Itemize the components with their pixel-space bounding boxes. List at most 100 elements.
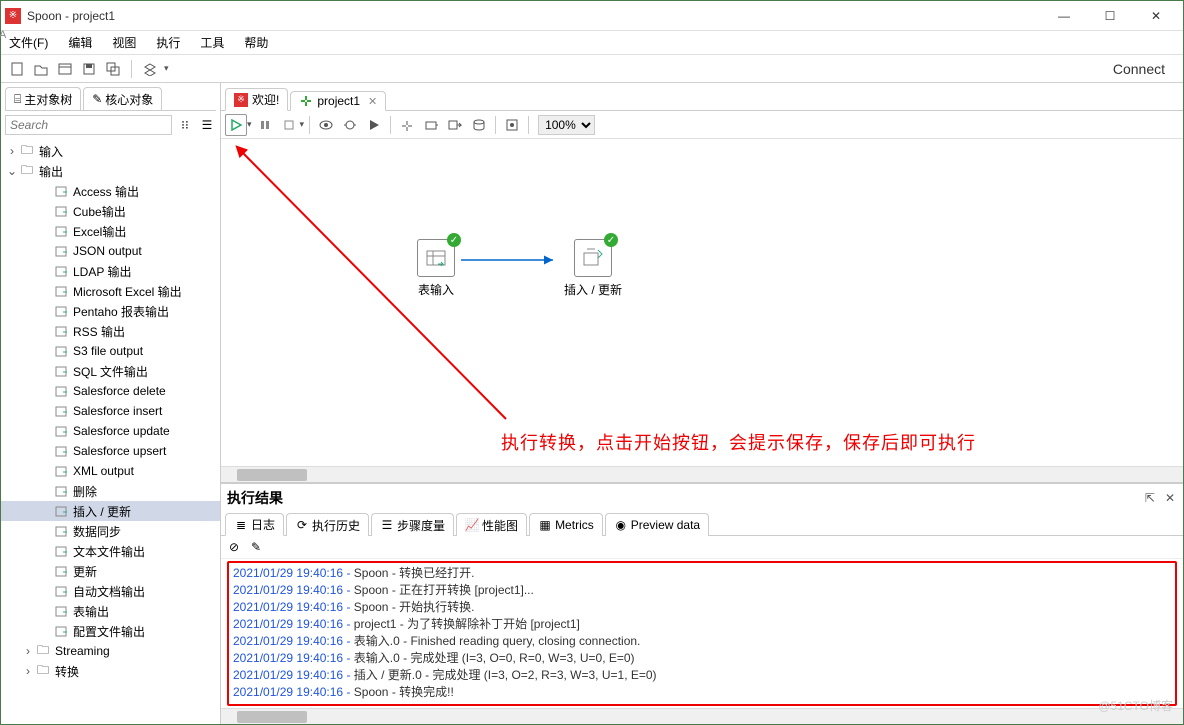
explore-db-button[interactable] xyxy=(468,114,490,136)
close-button[interactable]: ✕ xyxy=(1133,1,1179,31)
detach-button[interactable]: ⇱ xyxy=(1143,491,1157,505)
step-insert-update[interactable]: ✓ 插入 / 更新 xyxy=(553,239,633,298)
tree-step-item[interactable]: LDAP 输出 xyxy=(1,261,220,281)
maximize-button[interactable]: ☐ xyxy=(1087,1,1133,31)
horizontal-scrollbar[interactable] xyxy=(221,466,1183,482)
step-icon xyxy=(53,184,69,198)
tree-step-item[interactable]: 更新 xyxy=(1,561,220,581)
tab-object-tree[interactable]: ⌸主对象树 xyxy=(5,87,81,110)
tree-step-item[interactable]: S3 file output xyxy=(1,341,220,361)
save-as-button[interactable] xyxy=(103,59,123,79)
perspective-button[interactable] xyxy=(140,59,160,79)
tree-streaming-folder[interactable]: ›🗀Streaming xyxy=(1,641,220,661)
tree-step-item[interactable]: Excel输出 xyxy=(1,221,220,241)
search-input[interactable] xyxy=(5,115,172,135)
save-button[interactable] xyxy=(79,59,99,79)
verify-button[interactable] xyxy=(396,114,418,136)
main-toolbar: ▾ Connect xyxy=(1,55,1183,83)
tree-step-item[interactable]: Microsoft Excel 输出 xyxy=(1,281,220,301)
step-icon xyxy=(53,224,69,238)
run-button[interactable] xyxy=(225,114,247,136)
menu-tools[interactable]: 工具 xyxy=(196,32,228,53)
tree-step-item[interactable]: 插入 / 更新 xyxy=(1,501,220,521)
tree-step-item[interactable]: Salesforce insert xyxy=(1,401,220,421)
pause-button[interactable] xyxy=(254,114,276,136)
tab-perf[interactable]: 📈性能图 xyxy=(456,513,527,536)
tab-core-objects[interactable]: ✎核心对象 xyxy=(83,87,162,110)
connect-button[interactable]: Connect xyxy=(1101,61,1177,77)
results-title: 执行结果 xyxy=(227,488,1137,508)
step-icon xyxy=(53,584,69,598)
tree-step-item[interactable]: RSS 输出 xyxy=(1,321,220,341)
log-line: 2021/01/29 19:40:16 - Spoon - 正在打开转换 [pr… xyxy=(233,582,1171,599)
tab-project1[interactable]: project1✕ xyxy=(290,91,386,111)
tree-step-item[interactable]: 数据同步 xyxy=(1,521,220,541)
tree-input-folder[interactable]: ›🗀输入 xyxy=(1,141,220,161)
sidebar: ⌸主对象树 ✎核心对象 ⁝⁝ ☰ ›🗀输入 ⌄🗀输出 Access 输出Cube… xyxy=(1,83,221,724)
tree-step-item[interactable]: JSON output xyxy=(1,241,220,261)
tree-step-item[interactable]: 文本文件输出 xyxy=(1,541,220,561)
tree-step-item[interactable]: 表输出 xyxy=(1,601,220,621)
tree-step-item[interactable]: Salesforce delete xyxy=(1,381,220,401)
zoom-select[interactable]: 100% xyxy=(538,115,595,135)
tab-metrics[interactable]: ▦Metrics xyxy=(529,513,603,536)
tree-step-item[interactable]: Salesforce update xyxy=(1,421,220,441)
stop-button[interactable] xyxy=(278,114,300,136)
object-tree[interactable]: ›🗀输入 ⌄🗀输出 Access 输出Cube输出Excel输出JSON out… xyxy=(1,139,220,724)
menu-view[interactable]: 视图 xyxy=(108,32,140,53)
tree-step-item[interactable]: SQL 文件输出 xyxy=(1,361,220,381)
log-output[interactable]: 2021/01/29 19:40:16 - Spoon - 转换已经打开.202… xyxy=(227,561,1177,706)
close-results-button[interactable]: ✕ xyxy=(1163,491,1177,505)
tree-step-item[interactable]: Salesforce upsert xyxy=(1,441,220,461)
tree-output-folder[interactable]: ⌄🗀输出 xyxy=(1,161,220,181)
editor-toolbar: ▾ ▾ 100% xyxy=(221,111,1183,139)
execution-results: 执行结果 ⇱ ✕ ≣日志 ⟳执行历史 ☰步骤度量 📈性能图 ▦Metrics ◉… xyxy=(221,482,1183,724)
tree-step-item[interactable]: 自动文档输出 xyxy=(1,581,220,601)
tree-transform-folder[interactable]: ›🗀转换 xyxy=(1,661,220,681)
tree-step-item[interactable]: Pentaho 报表输出 xyxy=(1,301,220,321)
dropdown-arrow-icon[interactable]: ▾ xyxy=(247,119,252,130)
open-button[interactable] xyxy=(31,59,51,79)
tree-step-item[interactable]: 配置文件输出 xyxy=(1,621,220,641)
tree-step-item[interactable]: XML output xyxy=(1,461,220,481)
close-tab-icon[interactable]: ✕ xyxy=(368,95,377,108)
menu-edit[interactable]: 编辑 xyxy=(64,32,96,53)
sql-button[interactable] xyxy=(444,114,466,136)
step-icon xyxy=(53,464,69,478)
menu-run[interactable]: 执行 xyxy=(152,32,184,53)
transformation-icon xyxy=(299,94,313,108)
clear-log-button[interactable]: ⊘ xyxy=(225,538,243,556)
tree-step-item[interactable]: 删除 xyxy=(1,481,220,501)
replay-button[interactable] xyxy=(363,114,385,136)
dropdown-arrow-icon[interactable]: ▾ xyxy=(300,119,305,130)
tab-history[interactable]: ⟳执行历史 xyxy=(286,513,369,536)
step-icon xyxy=(53,244,69,258)
step-icon xyxy=(53,544,69,558)
tree-step-item[interactable]: Access 输出 xyxy=(1,181,220,201)
step-icon xyxy=(53,404,69,418)
log-scrollbar[interactable] xyxy=(221,708,1183,724)
minimize-button[interactable]: ― xyxy=(1041,1,1087,31)
tab-welcome[interactable]: ※欢迎! xyxy=(225,88,288,111)
log-settings-button[interactable]: ✎ xyxy=(247,538,265,556)
new-button[interactable] xyxy=(7,59,27,79)
tab-log[interactable]: ≣日志 xyxy=(225,513,284,536)
impact-button[interactable] xyxy=(420,114,442,136)
collapse-all-button[interactable]: ☰ xyxy=(198,116,216,134)
menu-help[interactable]: 帮助 xyxy=(240,32,272,53)
show-results-button[interactable] xyxy=(501,114,523,136)
tab-step-metrics[interactable]: ☰步骤度量 xyxy=(371,513,454,536)
preview-button[interactable] xyxy=(315,114,337,136)
debug-button[interactable] xyxy=(339,114,361,136)
hop-arrow[interactable] xyxy=(459,254,559,274)
menu-file[interactable]: 文件(F) xyxy=(5,32,52,53)
step-icon xyxy=(53,444,69,458)
step-icon xyxy=(53,524,69,538)
step-table-input[interactable]: ✓ 表输入 xyxy=(411,239,461,298)
step-icon xyxy=(53,204,69,218)
canvas[interactable]: 执行转换，点击开始按钮，会提示保存，保存后即可执行 ✓ 表输入 ✓ 插入 / 更… xyxy=(221,139,1183,466)
tree-step-item[interactable]: Cube输出 xyxy=(1,201,220,221)
expand-all-button[interactable]: ⁝⁝ xyxy=(176,116,194,134)
tab-preview[interactable]: ◉Preview data xyxy=(605,513,709,536)
explore-button[interactable] xyxy=(55,59,75,79)
